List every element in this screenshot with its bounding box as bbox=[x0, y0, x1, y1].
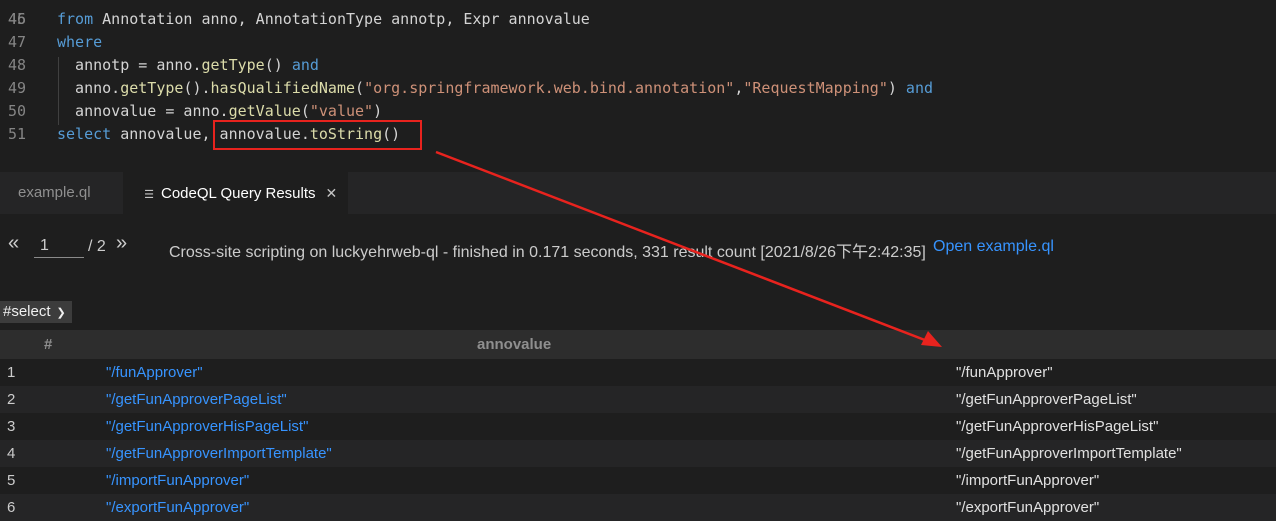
code-token: ) bbox=[887, 79, 906, 97]
code-token: annotp = anno. bbox=[57, 56, 202, 74]
code-token: where bbox=[57, 33, 103, 51]
result-location-link[interactable]: "/getFunApproverPageList" bbox=[106, 391, 287, 408]
code-token: (). bbox=[183, 79, 211, 97]
code-token: from bbox=[57, 10, 94, 28]
result-location-link[interactable]: "/getFunApproverImportTemplate" bbox=[106, 445, 332, 462]
table-row: 1 "/funApprover" "/funApprover" bbox=[0, 359, 1276, 386]
tab-example-ql[interactable]: example.ql bbox=[0, 172, 122, 214]
row-index: 5 bbox=[7, 472, 16, 489]
page-total: / 2 bbox=[88, 238, 106, 255]
code-token: "value" bbox=[309, 102, 374, 120]
result-location-link[interactable]: "/exportFunApprover" bbox=[106, 499, 249, 516]
result-set-select[interactable]: #select ❯ bbox=[0, 301, 72, 323]
code-token: getValue bbox=[228, 102, 301, 120]
results-icon: ☰ bbox=[144, 189, 154, 201]
result-string-value: "/getFunApproverImportTemplate" bbox=[956, 445, 1182, 462]
tab-label: example.ql bbox=[18, 184, 91, 201]
table-row: 3 "/getFunApproverHisPageList" "/getFunApp… bbox=[0, 413, 1276, 440]
code-token: anno. bbox=[57, 79, 121, 97]
row-index: 6 bbox=[7, 499, 16, 516]
open-query-link[interactable]: Open example.ql bbox=[933, 238, 1054, 256]
results-panel: example.ql ☰CodeQL Query Results✕ « / 2 … bbox=[0, 172, 1276, 521]
line-number: 50 bbox=[7, 102, 26, 120]
line-number: 46 bbox=[7, 10, 26, 28]
code-token: ( bbox=[300, 102, 310, 120]
results-table: # annovalue 1 "/funApprover" "/funApprover… bbox=[0, 330, 1276, 521]
tab-bar: example.ql ☰ CodeQL Query Results ✕ bbox=[0, 172, 1276, 214]
code-text: annotp = anno.getType() and bbox=[57, 54, 319, 77]
highlight-box-annotation bbox=[213, 120, 422, 150]
row-index: 4 bbox=[7, 445, 16, 462]
table-row: 5 "/importFunApprover" "/importFunApprover… bbox=[0, 467, 1276, 494]
code-token: ) bbox=[373, 102, 383, 120]
code-token: getType bbox=[201, 56, 265, 74]
line-number: 48 bbox=[7, 56, 26, 74]
code-text: anno.getType().hasQualifiedName("org.spr… bbox=[57, 77, 933, 100]
indent-guide bbox=[58, 57, 59, 125]
result-string-value: "/getFunApproverHisPageList" bbox=[956, 418, 1159, 435]
code-text: where bbox=[57, 31, 102, 54]
code-token: and bbox=[291, 56, 319, 74]
table-row: 2 "/getFunApproverPageList" "/getFunApprov… bbox=[0, 386, 1276, 413]
code-token: , bbox=[734, 79, 744, 97]
code-token: Annotation anno, AnnotationType annotp, … bbox=[93, 10, 590, 28]
result-set-label: #select bbox=[3, 303, 51, 320]
query-status-text: Cross-site scripting on luckyehrweb-ql -… bbox=[169, 244, 926, 261]
line-number: 49 bbox=[7, 79, 26, 97]
column-header-index[interactable]: # bbox=[44, 336, 52, 353]
row-index: 2 bbox=[7, 391, 16, 408]
prev-page-button[interactable]: « bbox=[8, 232, 19, 255]
tab-query-results[interactable]: ☰ CodeQL Query Results ✕ bbox=[123, 172, 348, 214]
code-token: "org.springframework.web.bind.annotation… bbox=[364, 79, 735, 97]
code-token: ( bbox=[355, 79, 365, 97]
code-token: getType bbox=[120, 79, 184, 97]
row-index: 1 bbox=[7, 364, 16, 381]
tab-label: CodeQL Query Results bbox=[161, 185, 316, 202]
result-string-value: "/exportFunApprover" bbox=[956, 499, 1100, 516]
close-icon[interactable]: ✕ bbox=[326, 172, 338, 214]
table-row: 6 "/exportFunApprover" "/exportFunApprover… bbox=[0, 494, 1276, 521]
code-editor[interactable]: 45 46 from Annotation anno, AnnotationTyp… bbox=[0, 0, 1276, 172]
code-token: select bbox=[57, 125, 112, 143]
result-location-link[interactable]: "/importFunApprover" bbox=[106, 472, 249, 489]
code-line-partial: 45 bbox=[0, 0, 36, 28]
result-string-value: "/importFunApprover" bbox=[956, 472, 1100, 489]
table-header: # annovalue bbox=[0, 330, 1276, 359]
result-string-value: "/funApprover" bbox=[956, 364, 1053, 381]
line-number: 47 bbox=[7, 33, 26, 51]
chevron-down-icon: ❯ bbox=[56, 307, 66, 319]
line-number: 51 bbox=[7, 125, 26, 143]
code-token: "RequestMapping" bbox=[743, 79, 888, 97]
result-string-value: "/getFunApproverPageList" bbox=[956, 391, 1137, 408]
code-text: from Annotation anno, AnnotationType ann… bbox=[57, 8, 590, 31]
next-page-button[interactable]: » bbox=[116, 232, 127, 255]
row-index: 3 bbox=[7, 418, 16, 435]
result-location-link[interactable]: "/funApprover" bbox=[106, 364, 203, 381]
table-row: 4 "/getFunApproverImportTemplate" "/getFun… bbox=[0, 440, 1276, 467]
result-location-link[interactable]: "/getFunApproverHisPageList" bbox=[106, 418, 308, 435]
page-number-input[interactable] bbox=[34, 234, 84, 258]
code-token: hasQualifiedName bbox=[210, 79, 356, 97]
code-token: and bbox=[905, 79, 934, 97]
code-token: () bbox=[264, 56, 292, 74]
column-header-annovalue[interactable]: annovalue bbox=[477, 336, 551, 353]
code-token: annovalue = anno. bbox=[57, 102, 229, 120]
